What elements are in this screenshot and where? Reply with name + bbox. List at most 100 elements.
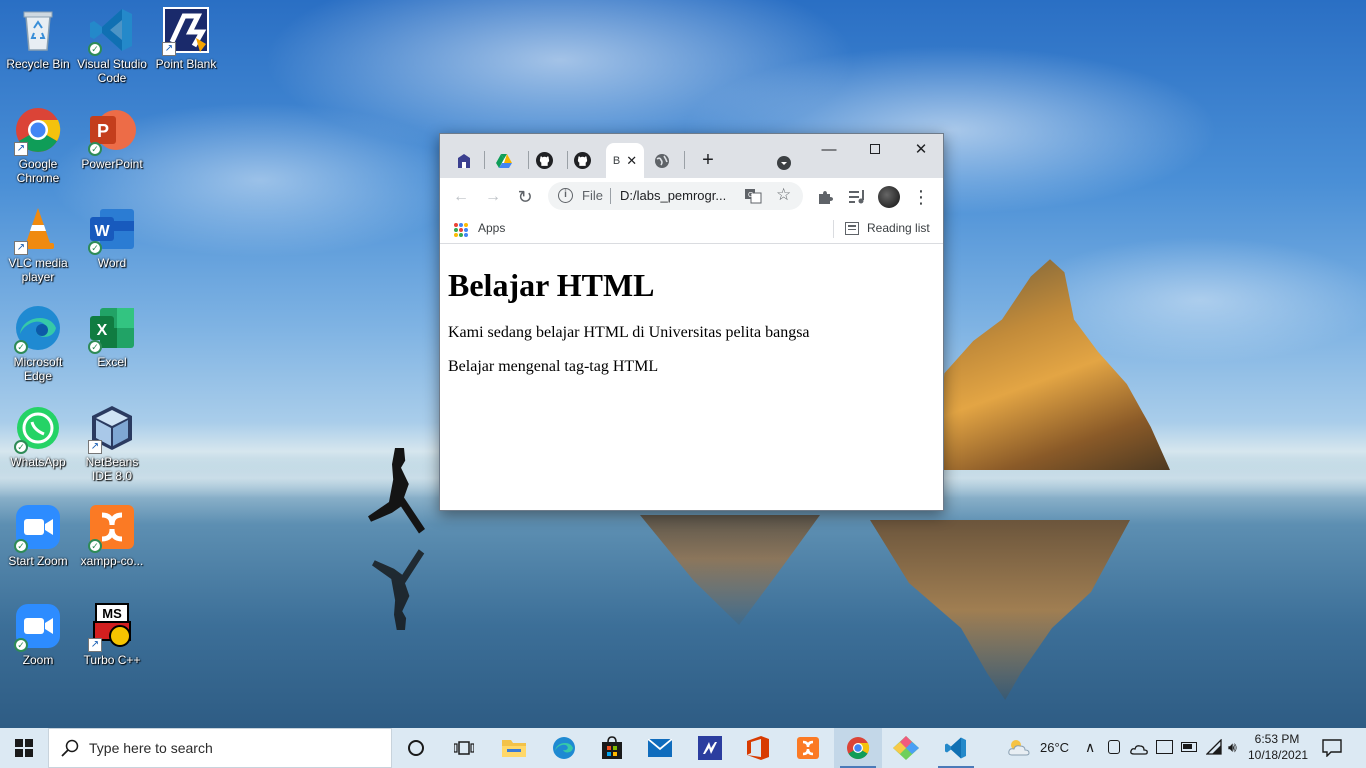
translate-icon[interactable]: G [744, 187, 762, 205]
desktop-icon-zoom[interactable]: ✓ Zoom [0, 602, 76, 667]
desktop-icon-xampp[interactable]: ✓ xampp-co... [74, 503, 150, 568]
bookmarks-bar: Apps Reading list [440, 214, 943, 244]
tab-active[interactable]: B ✕ [606, 143, 644, 178]
system-clock[interactable]: 6:53 PM 10/18/2021 [1248, 731, 1308, 763]
screen-capture-icon[interactable] [1156, 740, 1173, 754]
taskbar-chrome[interactable] [834, 728, 882, 768]
volume-icon[interactable]: 🔊︎ [1228, 739, 1237, 756]
address-bar[interactable]: i File D:/labs_pemrogr... G ☆ [548, 182, 803, 210]
search-icon [61, 739, 79, 757]
arrow-left-icon: ← [453, 188, 469, 205]
chrome-icon: ↗ [14, 106, 62, 156]
tab-pinned-5[interactable] [648, 143, 676, 178]
desktop-icon-excel[interactable]: X ✓ Excel [74, 304, 150, 369]
wallpaper-rock-reflection-2 [640, 515, 820, 625]
tab-pinned-1[interactable] [450, 143, 478, 178]
taskbar-edge[interactable] [540, 728, 588, 768]
taskbar-office[interactable] [734, 728, 782, 768]
desktop-icon-netbeans[interactable]: ↗ NetBeans IDE 8.0 [74, 404, 150, 483]
taskbar-mail[interactable] [636, 728, 684, 768]
taskbar-file-explorer[interactable] [490, 728, 538, 768]
wifi-icon[interactable] [1205, 738, 1222, 760]
puzzle-icon [819, 191, 833, 204]
onedrive-cloud-icon[interactable] [1130, 742, 1148, 760]
apps-grid-icon[interactable] [454, 223, 468, 237]
battery-icon[interactable] [1181, 742, 1197, 752]
svg-text:P: P [97, 121, 109, 141]
forward-button[interactable]: → [480, 184, 506, 210]
tab-pinned-3[interactable] [530, 143, 558, 178]
desktop-icon-recycle-bin[interactable]: Recycle Bin [0, 6, 76, 71]
taskbar-store[interactable] [588, 728, 636, 768]
desktop-icon-vscode[interactable]: ✓ Visual Studio Code [74, 6, 150, 85]
desktop-icon-turbo-cpp[interactable]: MS ↗ Turbo C++ [74, 602, 150, 667]
desktop-icon-microsoft-edge[interactable]: ✓ Microsoft Edge [0, 304, 76, 383]
tab-pinned-4[interactable] [568, 143, 596, 178]
bookmark-star-icon[interactable]: ☆ [776, 185, 791, 205]
tab-close-icon[interactable]: ✕ [626, 153, 637, 169]
desktop-icon-label: PowerPoint [81, 157, 143, 171]
notifications-button[interactable] [1322, 739, 1342, 762]
svg-text:W: W [94, 223, 110, 240]
sync-status-icon: ✓ [88, 42, 102, 56]
tab-search-button[interactable] [770, 145, 798, 180]
sync-status-icon: ✓ [88, 142, 102, 156]
store-bag-icon [602, 736, 622, 759]
desktop-icon-label: WhatsApp [10, 455, 66, 469]
desktop-icon-word[interactable]: W ✓ Word [74, 205, 150, 270]
code-app-icon [698, 736, 722, 760]
desktop-icon-google-chrome[interactable]: ↗ Google Chrome [0, 106, 76, 185]
svg-text:X: X [97, 322, 108, 339]
task-view-button[interactable] [440, 728, 488, 768]
tab-separator [684, 151, 685, 169]
site-info-icon[interactable]: i [558, 188, 573, 203]
reading-list-button[interactable]: Reading list [867, 221, 930, 235]
powerpoint-icon: P ✓ [88, 106, 136, 156]
desktop-icon-label: Excel [97, 355, 127, 369]
arrow-right-icon: → [485, 188, 501, 205]
desktop-icon-label: xampp-co... [80, 554, 144, 568]
extensions-button[interactable] [812, 184, 838, 210]
desktop-icon-label: NetBeans IDE 8.0 [85, 455, 139, 483]
weather-widget[interactable] [1008, 738, 1030, 761]
reading-list-icon[interactable] [845, 222, 859, 235]
vscode-icon: ✓ [88, 6, 136, 56]
wallpaper-runner-reflection [372, 549, 425, 630]
github-tab-icon [535, 152, 553, 169]
minimize-button[interactable]: — [806, 134, 852, 164]
show-hidden-icons-chevron-icon[interactable]: ∧ [1085, 739, 1095, 756]
reload-icon: ↻ [517, 186, 533, 207]
apps-bookmark[interactable]: Apps [478, 221, 505, 235]
clock-time: 6:53 PM [1254, 732, 1300, 746]
profile-button[interactable] [876, 184, 902, 210]
url-text[interactable]: D:/labs_pemrogr... [620, 188, 726, 203]
maximize-button[interactable] [852, 134, 898, 164]
weather-temperature[interactable]: 26°C [1040, 740, 1069, 755]
desktop-icon-vlc[interactable]: ↗ VLC media player [0, 205, 76, 284]
network-adapter-icon[interactable] [1108, 740, 1120, 754]
desktop-icon-start-zoom[interactable]: ✓ Start Zoom [0, 503, 76, 568]
desktop-icon-powerpoint[interactable]: P ✓ PowerPoint [74, 106, 150, 171]
desktop-icon-point-blank[interactable]: ↗ Point Blank [148, 6, 224, 71]
desktop-icon-label: VLC media player [8, 256, 68, 284]
taskbar-vscode[interactable] [932, 728, 980, 768]
taskbar-xampp[interactable] [784, 728, 832, 768]
zoom-icon: ✓ [14, 602, 62, 652]
recycle-bin-icon [14, 6, 62, 54]
tab-pinned-2[interactable] [490, 143, 518, 178]
cortana-button[interactable] [392, 728, 440, 768]
taskbar-search-box[interactable]: Type here to search [48, 728, 392, 768]
desktop-icon-whatsapp[interactable]: ✓ WhatsApp [0, 404, 76, 469]
media-controls-button[interactable] [844, 184, 870, 210]
tab-title: B [612, 154, 621, 167]
close-window-button[interactable]: ✕ [898, 134, 944, 164]
back-button[interactable]: ← [448, 184, 474, 210]
start-button[interactable] [0, 728, 48, 768]
reload-button[interactable]: ↻ [512, 184, 538, 210]
desktop-icon-label: Recycle Bin [6, 57, 70, 71]
taskbar-git-app[interactable] [882, 728, 930, 768]
browser-toolbar: ← → ↻ i File D:/labs_pemrogr... G ☆ ⋮ [440, 178, 943, 214]
menu-button[interactable]: ⋮ [908, 184, 934, 210]
taskbar-vscode-insiders[interactable] [686, 728, 734, 768]
new-tab-button[interactable]: + [694, 143, 722, 178]
